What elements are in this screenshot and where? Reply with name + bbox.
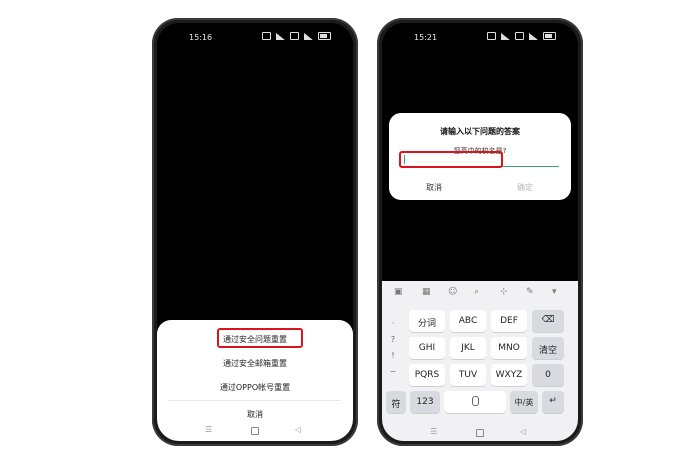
status-icons (487, 32, 556, 40)
security-question-dialog: 请输入以下问题的答案 您高中的校名是? 取消 确定 (389, 113, 571, 200)
battery-icon (543, 32, 556, 40)
status-time: 15:21 (414, 33, 438, 42)
backspace-icon: ⌫ (541, 315, 555, 325)
signal-icon (304, 32, 313, 40)
left-screen: 15:16 通过安全问题重置 通过安全邮箱重置 通过OPPO帐号重置 取消 ☰ … (157, 23, 353, 441)
battery-icon (318, 32, 331, 40)
microphone-icon (472, 396, 479, 406)
wifi-icon (276, 32, 285, 40)
punct-key-dot[interactable]: · (386, 319, 400, 328)
key-label: 0 (545, 370, 551, 380)
sim-icon (290, 32, 299, 40)
wifi-icon (501, 32, 510, 40)
key-label: WXYZ (495, 370, 523, 380)
home-icon[interactable] (476, 429, 484, 437)
sim-icon (515, 32, 524, 40)
divider (169, 400, 341, 401)
space-key[interactable] (444, 391, 506, 413)
key-label: TUV (458, 370, 478, 380)
option-label: 通过OPPO帐号重置 (219, 383, 291, 392)
back-icon[interactable]: ◁ (520, 428, 526, 436)
confirm-button[interactable]: 确定 (517, 182, 533, 193)
key-fenci[interactable]: 分词 (409, 310, 445, 332)
dialog-title: 请输入以下问题的答案 (440, 127, 520, 136)
numbers-key[interactable]: 123 (410, 391, 440, 413)
keyboard-toolbar: ▣ ▦ ☺ ⌕ ⊹ ✎ ▾ (382, 281, 578, 305)
enter-icon: ↵ (549, 396, 557, 406)
key-label: 分词 (417, 319, 436, 329)
key-zero[interactable]: 0 (532, 364, 564, 386)
signal-icon (529, 32, 538, 40)
key-ghi[interactable]: GHI (409, 337, 445, 359)
right-screen: 15:21 请输入以下问题的答案 您高中的校名是? 取消 确定 ▣ ▦ ☺ ⌕ … (382, 23, 578, 441)
cursor-move-icon[interactable]: ⊹ (500, 288, 508, 297)
key-label: MNO (498, 343, 520, 353)
key-def[interactable]: DEF (491, 310, 527, 332)
language-key[interactable]: 中/英 (510, 391, 538, 413)
key-wxyz[interactable]: WXYZ (491, 364, 527, 386)
alarm-icon (262, 32, 271, 40)
punct-key-exclaim[interactable]: ! (386, 351, 400, 360)
key-label: GHI (418, 343, 436, 353)
key-tuv[interactable]: TUV (450, 364, 486, 386)
key-label: 符 (391, 400, 401, 410)
symbols-key[interactable]: 符 (386, 391, 406, 413)
keyboard: ▣ ▦ ☺ ⌕ ⊹ ✎ ▾ · ? ! ~ 分词 ABC DEF ⌫ GHI J… (382, 281, 578, 441)
navigation-bar: ☰ ◁ (382, 423, 578, 441)
menu-icon[interactable]: ☰ (205, 426, 212, 434)
highlight-box (217, 328, 303, 348)
key-label: JKL (461, 343, 475, 353)
option-label: 通过安全邮箱重置 (223, 359, 287, 368)
key-jkl[interactable]: JKL (450, 337, 486, 359)
right-phone: 15:21 请输入以下问题的答案 您高中的校名是? 取消 确定 ▣ ▦ ☺ ⌕ … (377, 18, 583, 446)
status-icons (262, 32, 331, 40)
key-label: PQRS (414, 370, 440, 380)
option-oppo-account[interactable]: 通过OPPO帐号重置 (157, 382, 353, 393)
clear-key[interactable]: 清空 (532, 337, 564, 359)
enter-key[interactable]: ↵ (542, 391, 564, 413)
status-bar: 15:21 (382, 23, 578, 49)
cancel-button[interactable]: 取消 (426, 182, 442, 193)
option-security-email[interactable]: 通过安全邮箱重置 (157, 358, 353, 369)
key-label: ABC (458, 316, 478, 326)
status-bar: 15:16 (157, 23, 353, 49)
status-time: 15:16 (189, 33, 213, 42)
emoji-icon[interactable]: ☺ (448, 288, 457, 297)
key-label: DEF (500, 316, 518, 326)
back-icon[interactable]: ◁ (295, 426, 301, 434)
punct-key-tilde[interactable]: ~ (386, 367, 400, 376)
home-icon[interactable] (251, 427, 259, 435)
backspace-key[interactable]: ⌫ (532, 310, 564, 332)
key-abc[interactable]: ABC (450, 310, 486, 332)
alarm-icon (487, 32, 496, 40)
cancel-label: 取消 (247, 410, 263, 419)
menu-icon[interactable]: ☰ (430, 428, 437, 436)
navigation-bar: ☰ ◁ (157, 419, 353, 441)
punct-key-question[interactable]: ? (386, 335, 400, 344)
key-label: 清空 (538, 346, 557, 356)
collapse-keyboard-icon[interactable]: ▾ (552, 288, 557, 297)
clipboard-icon[interactable]: ▣ (394, 288, 403, 297)
left-phone: 15:16 通过安全问题重置 通过安全邮箱重置 通过OPPO帐号重置 取消 ☰ … (152, 18, 358, 446)
search-icon[interactable]: ⌕ (474, 288, 479, 297)
key-label: 123 (416, 397, 434, 407)
key-mno[interactable]: MNO (491, 337, 527, 359)
reset-options-sheet: 通过安全问题重置 通过安全邮箱重置 通过OPPO帐号重置 取消 (157, 320, 353, 419)
handwriting-icon[interactable]: ✎ (526, 288, 534, 297)
key-label: 中/英 (514, 398, 534, 407)
key-pqrs[interactable]: PQRS (409, 364, 445, 386)
highlight-box (399, 151, 503, 168)
keyboard-layout-icon[interactable]: ▦ (422, 288, 431, 297)
